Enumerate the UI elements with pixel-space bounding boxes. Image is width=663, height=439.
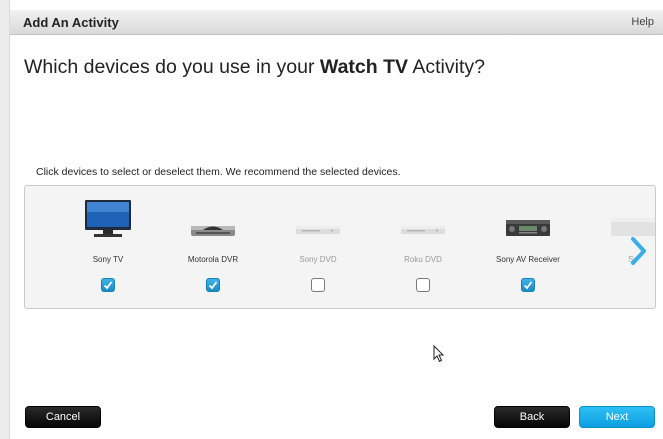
device-checkbox-sony-av-receiver[interactable] <box>521 278 535 292</box>
question-prefix: Which devices do you use in your <box>24 56 320 78</box>
device-label: Sony TV <box>92 255 124 264</box>
dialog-title: Add An Activity <box>23 15 119 30</box>
cancel-button[interactable]: Cancel <box>25 406 101 428</box>
checkmark-icon <box>103 281 113 290</box>
mouse-cursor-icon <box>433 345 445 363</box>
device-carousel: Sony TV Motorola DVR Sony DVD Roku DVD S… <box>24 185 656 309</box>
carousel-next-arrow-icon[interactable] <box>628 236 648 266</box>
next-button[interactable]: Next <box>579 406 655 428</box>
back-button[interactable]: Back <box>494 406 570 428</box>
device-roku-dvd[interactable]: Roku DVD <box>373 186 473 308</box>
question-suffix: Activity? <box>408 56 485 78</box>
dvd-player-icon <box>268 196 368 246</box>
add-activity-dialog: Add An Activity Help Which devices do yo… <box>10 10 663 439</box>
dvd-player-icon <box>373 196 473 246</box>
device-label: Roku DVD <box>404 255 442 264</box>
tv-icon <box>58 196 158 246</box>
device-checkbox-sony-tv[interactable] <box>101 278 115 292</box>
device-label: Sony DVD <box>299 255 337 264</box>
device-checkbox-motorola-dvr[interactable] <box>206 278 220 292</box>
device-checkbox-sony-dvd[interactable] <box>311 278 325 292</box>
device-sony-tv[interactable]: Sony TV <box>58 186 158 308</box>
device-checkbox-roku-dvd[interactable] <box>416 278 430 292</box>
device-sony-dvd[interactable]: Sony DVD <box>268 186 368 308</box>
instruction-text: Click devices to select or deselect them… <box>36 166 401 178</box>
device-label: Sony AV Receiver <box>496 255 560 264</box>
device-motorola-dvr[interactable]: Motorola DVR <box>163 186 263 308</box>
help-link[interactable]: Help <box>631 16 654 28</box>
activity-name: Watch TV <box>319 56 409 78</box>
checkmark-icon <box>523 281 533 290</box>
checkmark-icon <box>208 281 218 290</box>
dvr-icon <box>163 196 263 246</box>
page-question: Which devices do you use in your Watch T… <box>24 56 485 79</box>
device-sony-av-receiver[interactable]: Sony AV Receiver <box>478 186 578 308</box>
title-bar: Add An Activity Help <box>10 10 663 35</box>
left-background-edge <box>0 0 10 439</box>
av-receiver-icon <box>478 196 578 246</box>
device-label: Motorola DVR <box>187 255 239 264</box>
